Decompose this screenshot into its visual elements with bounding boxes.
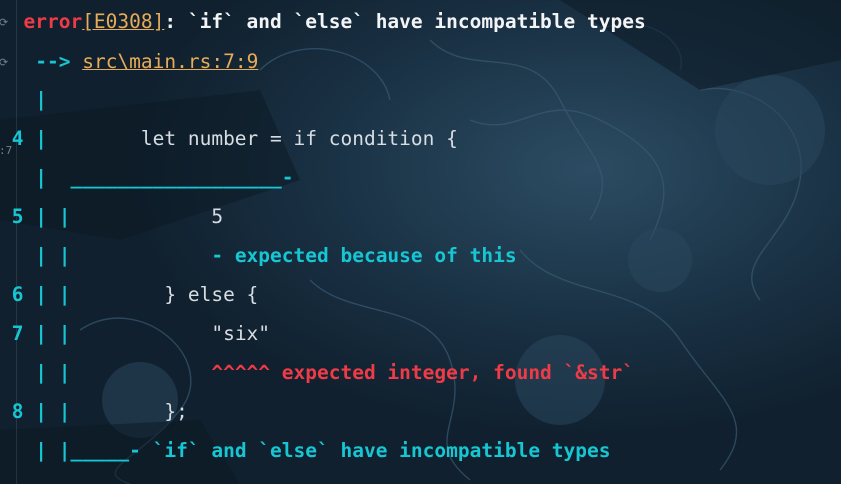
- diagnostic-line: | | ^^^^^ expected integer, found `&str`: [0, 361, 634, 385]
- diagnostic-line: | | - expected because of this: [0, 244, 517, 268]
- compiler-output: error[E0308]: `if` and `else` have incom…: [0, 0, 841, 484]
- source-code: } else {: [70, 283, 259, 306]
- line-gutter: 8 | |: [0, 400, 71, 423]
- diagnostic-line: 5 | | 5: [0, 205, 223, 229]
- diagnostic-line: | __________________-: [0, 166, 294, 190]
- diagnostic-line: | |_____- `if` and `else` have incompati…: [0, 439, 611, 463]
- line-gutter: | |: [0, 439, 71, 462]
- error-code-link[interactable]: [E0308]: [82, 10, 164, 33]
- line-gutter: 7 | |: [0, 322, 71, 345]
- error-label: ^^^^^ expected integer, found `&str`: [70, 361, 634, 384]
- error-message: : `if` and `else` have incompatible type…: [164, 10, 646, 33]
- diagnostic-line: 6 | | } else {: [0, 283, 259, 307]
- line-gutter: | |: [0, 361, 71, 384]
- source-code: 5: [70, 205, 224, 228]
- line-gutter: 5 | |: [0, 205, 71, 228]
- error-level: error: [23, 10, 83, 33]
- diagnostic-line: 4 | let number = if condition {: [0, 127, 458, 151]
- file-path-link[interactable]: src\main.rs:7:9: [82, 50, 258, 73]
- label-note: - expected because of this: [70, 244, 517, 267]
- span-note: _____- `if` and `else` have incompatible…: [70, 439, 611, 462]
- error-location: --> src\main.rs:7:9: [0, 50, 258, 74]
- location-arrow: -->: [35, 50, 71, 73]
- diagnostic-line: 8 | | };: [0, 400, 188, 424]
- error-header: error[E0308]: `if` and `else` have incom…: [0, 10, 646, 34]
- line-gutter: |: [0, 166, 47, 189]
- source-code: };: [70, 400, 188, 423]
- line-gutter: | |: [0, 244, 71, 267]
- source-code: let number = if condition {: [46, 127, 458, 150]
- line-gutter: |: [0, 88, 47, 111]
- line-gutter: 4 |: [0, 127, 47, 150]
- diagnostic-line: |: [0, 88, 47, 112]
- line-gutter: 6 | |: [0, 283, 71, 306]
- diagnostic-line: 7 | | "six": [0, 322, 270, 346]
- source-code: "six": [70, 322, 271, 345]
- span-underline: __________________-: [46, 166, 294, 189]
